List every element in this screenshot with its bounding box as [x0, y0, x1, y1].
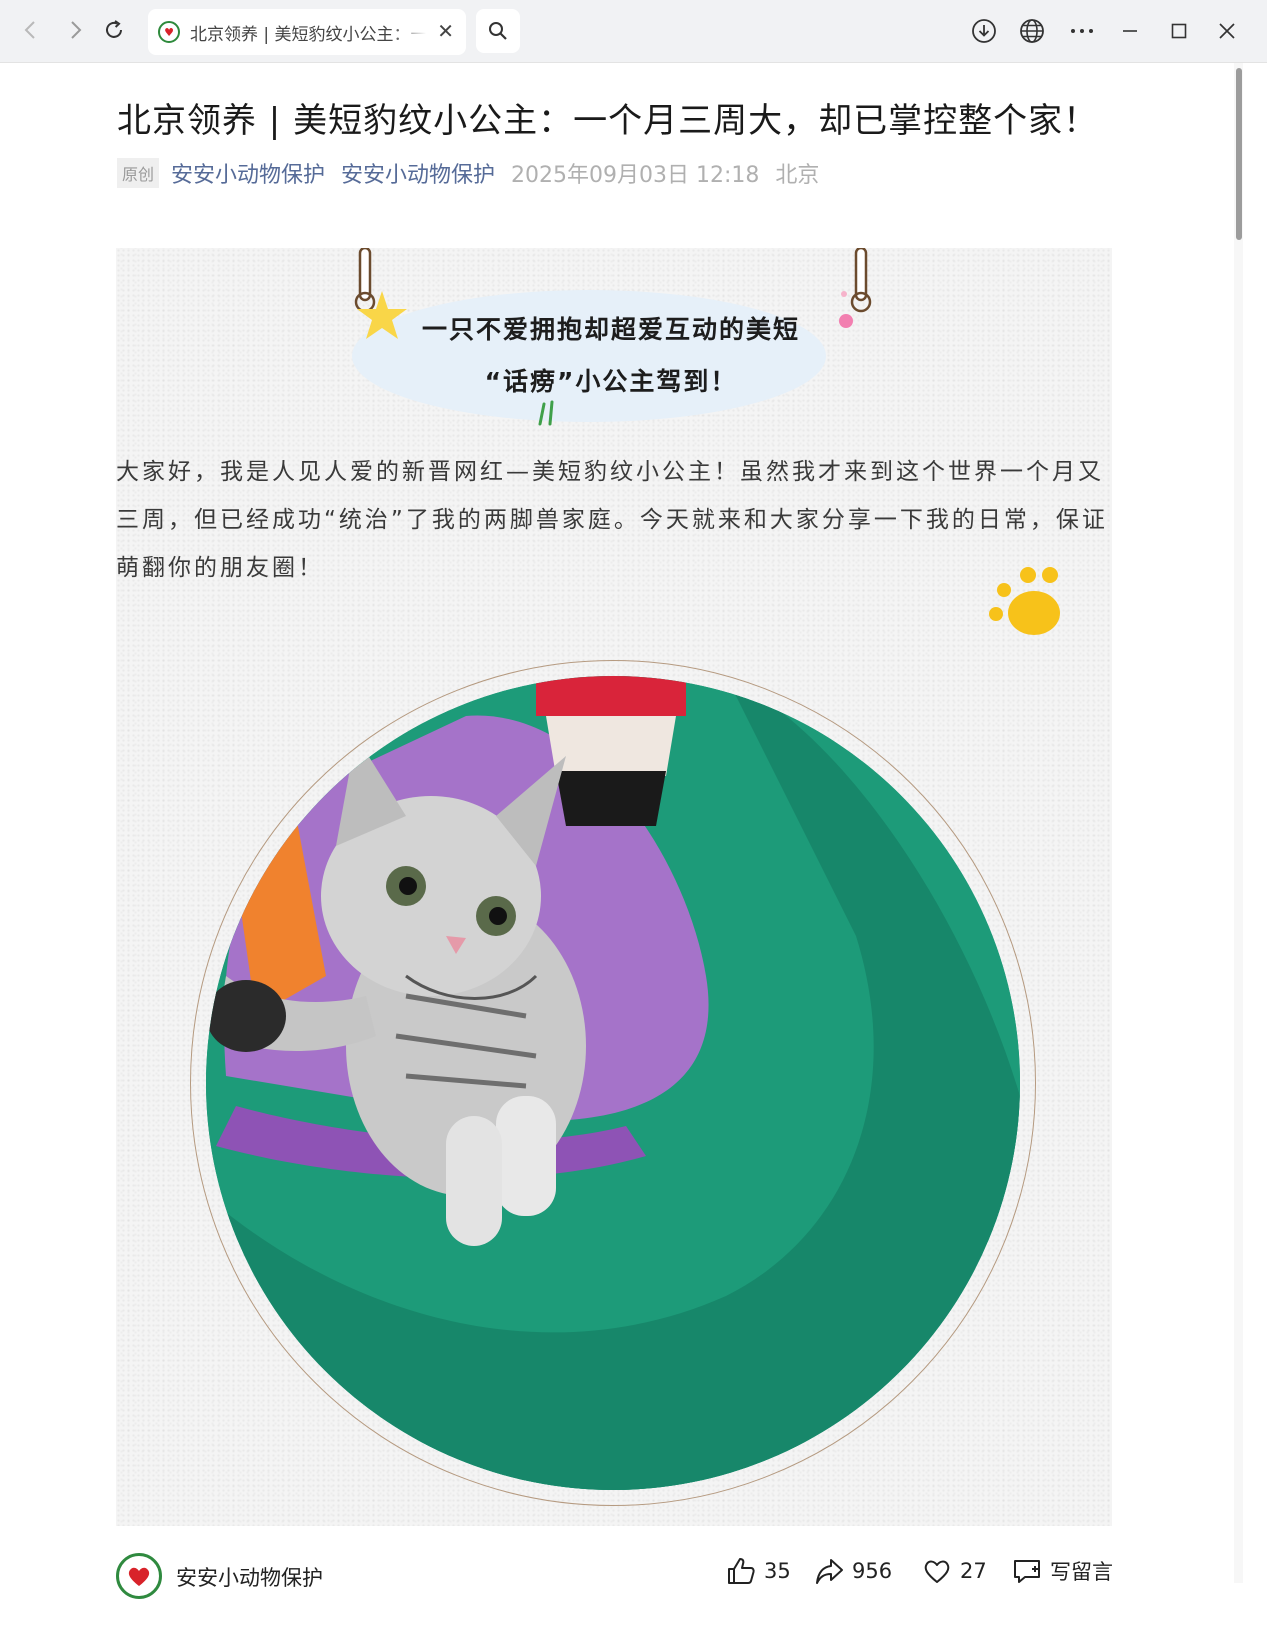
original-badge: 原创 — [117, 158, 160, 188]
publish-date: 2025年09月03日 12:18 — [511, 163, 760, 188]
kitten-photo[interactable] — [206, 676, 1020, 1490]
article-content: 一只不爱拥抱却超爱互动的美短 “话痨”小公主驾到！ 大家好，我是人见人爱的新晋网… — [116, 248, 1112, 1528]
scrollbar-thumb[interactable] — [1236, 68, 1242, 240]
article-action-bar: 安安小动物保护 35 956 27 写留言 — [0, 1526, 1232, 1626]
share-icon — [816, 1559, 843, 1584]
kitten-illustration — [206, 676, 1020, 1490]
back-icon[interactable] — [16, 16, 44, 44]
footer-account-name[interactable]: 安安小动物保护 — [176, 1562, 323, 1592]
intro-paragraph: 大家好，我是人见人爱的新晋网红—美短豹纹小公主！虽然我才来到这个世界一个月又三周… — [116, 459, 1108, 581]
share-count: 956 — [852, 1559, 893, 1583]
favorite-button[interactable]: 27 — [922, 1556, 987, 1586]
author-link[interactable]: 安安小动物保护 — [171, 157, 325, 189]
article-page: 北京领养 | 美短豹纹小公主：一个月三周大，却已掌控整个家！ 原创 安安小动物保… — [0, 63, 1267, 1626]
close-tab-icon[interactable]: ✕ — [437, 19, 454, 43]
grass-icon — [538, 400, 554, 426]
maximize-icon[interactable] — [1165, 17, 1193, 45]
reload-icon[interactable] — [100, 16, 128, 44]
browser-toolbar: ♥ 北京领养 | 美短豹纹小公主：一个月三周大，却已掌控整个家！ ✕ — [0, 0, 1267, 63]
like-button[interactable]: 35 — [726, 1556, 791, 1586]
article-meta: 原创 安安小动物保护 安安小动物保护 2025年09月03日 12:18 北京 — [117, 157, 835, 189]
tab-title: 北京领养 | 美短豹纹小公主：一个月三周大，却已掌控整个家！ — [190, 24, 426, 45]
more-icon[interactable] — [1068, 17, 1096, 45]
comment-label: 写留言 — [1050, 1560, 1113, 1584]
account-link[interactable]: 安安小动物保护 — [341, 157, 495, 189]
share-button[interactable]: 956 — [814, 1556, 892, 1586]
active-tab[interactable]: ♥ 北京领养 | 美短豹纹小公主：一个月三周大，却已掌控整个家！ ✕ — [148, 9, 466, 55]
comment-button[interactable]: 写留言 — [1012, 1556, 1113, 1586]
minimize-icon[interactable] — [1116, 17, 1144, 45]
headline-line-2: “话痨”小公主驾到！ — [484, 367, 738, 396]
globe-icon[interactable] — [1018, 17, 1046, 45]
paw-icon — [989, 567, 1060, 635]
page-scrollbar[interactable] — [1234, 63, 1243, 1583]
account-avatar[interactable] — [116, 1553, 162, 1599]
site-favicon-icon: ♥ — [158, 21, 180, 43]
close-icon[interactable] — [1213, 17, 1241, 45]
forward-icon[interactable] — [62, 16, 90, 44]
thumbs-up-icon — [728, 1558, 755, 1584]
headline-line-1: 一只不爱拥抱却超爱互动的美短 — [421, 315, 800, 344]
article-title: 北京领养 | 美短豹纹小公主：一个月三周大，却已掌控整个家！ — [117, 101, 1099, 141]
heart-icon — [924, 1560, 950, 1583]
heart-logo-icon — [128, 1567, 150, 1586]
comment-icon — [1014, 1560, 1040, 1583]
like-count: 35 — [764, 1559, 791, 1583]
favorite-count: 27 — [960, 1559, 987, 1583]
publish-location: 北京 — [775, 163, 820, 188]
download-icon[interactable] — [970, 17, 998, 45]
search-icon[interactable] — [476, 9, 520, 53]
